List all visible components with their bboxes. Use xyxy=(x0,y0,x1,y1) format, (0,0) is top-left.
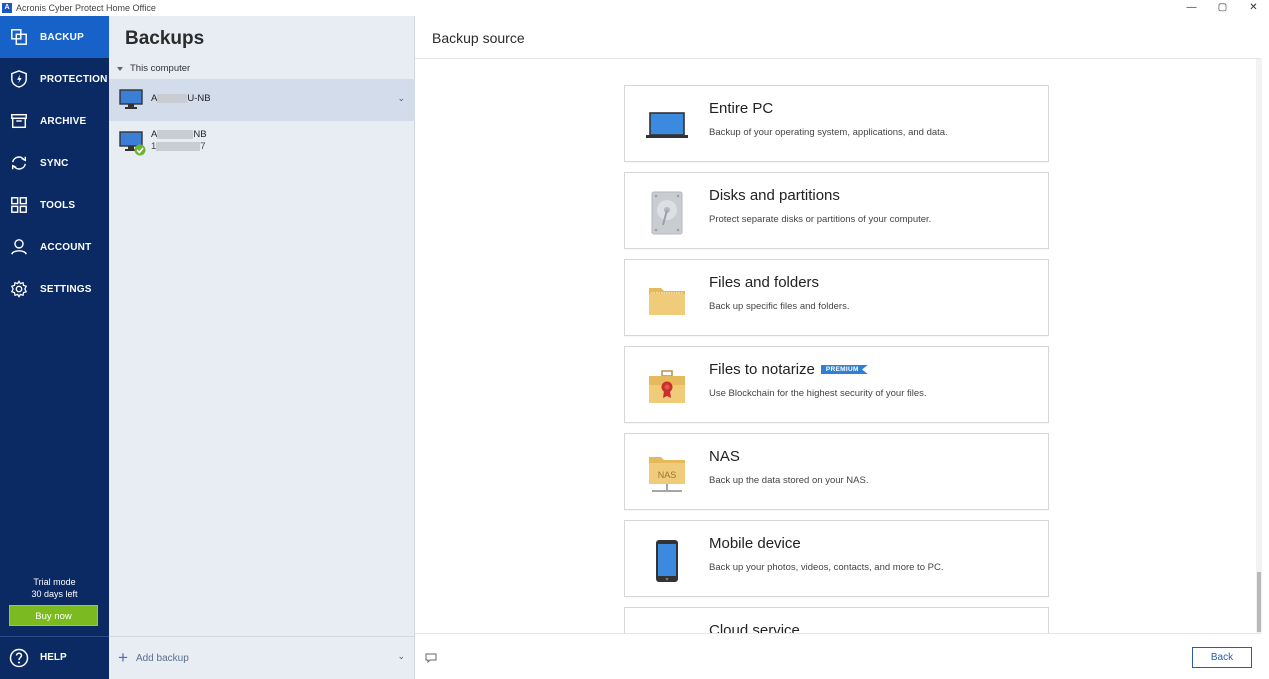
card-description: Protect separate disks or partitions of … xyxy=(709,214,932,225)
nav-label: ARCHIVE xyxy=(40,115,87,127)
sync-icon xyxy=(9,153,29,173)
card-description: Back up the data stored on your NAS. xyxy=(709,475,869,486)
source-title: Backup source xyxy=(432,30,525,46)
shield-icon xyxy=(9,69,29,89)
disk-icon xyxy=(645,191,689,235)
card-title: Files to notarize PREMIUM xyxy=(709,361,868,378)
back-button[interactable]: Back xyxy=(1192,647,1252,668)
backup-icon xyxy=(9,27,29,47)
nav-item-account[interactable]: ACCOUNT xyxy=(0,226,109,268)
nav-item-sync[interactable]: SYNC xyxy=(0,142,109,184)
source-card-notarize[interactable]: Files to notarize PREMIUM Use Blockchain … xyxy=(624,346,1049,423)
chevron-down-icon[interactable]: ⌄ xyxy=(397,93,405,104)
card-title: Cloud service xyxy=(709,622,800,633)
backup-item[interactable]: A NB 17 xyxy=(109,121,415,163)
source-card-files-folders[interactable]: Files and folders Back up specific files… xyxy=(624,259,1049,336)
nav-item-tools[interactable]: TOOLS xyxy=(0,184,109,226)
source-card-cloud[interactable]: Cloud service xyxy=(624,607,1049,633)
title-bar: A Acronis Cyber Protect Home Office — ▢ … xyxy=(0,0,1269,16)
group-label: This computer xyxy=(130,63,191,74)
backup-item-name: A NB xyxy=(151,129,207,140)
nav-label: BACKUP xyxy=(40,31,84,43)
nav-item-archive[interactable]: ARCHIVE xyxy=(0,100,109,142)
chevron-down-icon[interactable]: ⌄ xyxy=(397,651,405,662)
backup-item-name: A U-NB xyxy=(151,93,211,104)
cloud-icon xyxy=(645,626,689,633)
backups-panel: Backups This computer A U-NB ⌄ A NB 17 +… xyxy=(109,16,415,679)
acronis-logo-icon: A xyxy=(2,3,12,13)
window-title: Acronis Cyber Protect Home Office xyxy=(16,3,156,13)
group-this-computer[interactable]: This computer xyxy=(117,63,190,74)
nav-item-backup[interactable]: BACKUP xyxy=(0,16,109,58)
collapse-triangle-icon xyxy=(117,66,123,71)
backup-source-panel: Backup source Entire PC Backup of your o… xyxy=(415,16,1261,679)
source-card-nas[interactable]: NAS NAS Back up the data stored on your … xyxy=(624,433,1049,510)
card-title: Entire PC xyxy=(709,100,774,117)
computer-icon xyxy=(119,89,143,109)
help-icon xyxy=(9,648,29,668)
laptop-icon xyxy=(645,104,689,148)
tools-grid-icon xyxy=(9,195,29,215)
scrollbar-track[interactable] xyxy=(1256,59,1262,633)
card-title: Mobile device xyxy=(709,535,801,552)
card-description: Back up your photos, videos, contacts, a… xyxy=(709,562,944,573)
nav-label: HELP xyxy=(40,652,67,663)
minimize-icon[interactable]: — xyxy=(1176,0,1207,16)
nas-icon: NAS xyxy=(645,452,689,496)
buy-now-button[interactable]: Buy now xyxy=(9,605,98,626)
card-description: Backup of your operating system, applica… xyxy=(709,127,948,138)
card-description: Use Blockchain for the highest security … xyxy=(709,388,927,399)
archive-icon xyxy=(9,111,29,131)
card-description: Back up specific files and folders. xyxy=(709,301,850,312)
source-card-disks[interactable]: Disks and partitions Protect separate di… xyxy=(624,172,1049,249)
nav-label: TOOLS xyxy=(40,199,76,211)
source-header: Backup source xyxy=(415,16,1261,59)
nav-label: ACCOUNT xyxy=(40,241,92,253)
feedback-comment-icon[interactable] xyxy=(425,653,437,663)
plus-icon: + xyxy=(118,648,128,667)
notarize-icon xyxy=(645,365,689,409)
card-title: Files and folders xyxy=(709,274,820,291)
close-icon[interactable]: ✕ xyxy=(1238,0,1269,16)
nav-item-help[interactable]: HELP xyxy=(0,636,109,678)
add-backup-label: Add backup xyxy=(135,652,189,664)
backups-title: Backups xyxy=(125,28,205,49)
svg-text:NAS: NAS xyxy=(658,470,677,480)
computer-icon xyxy=(119,131,146,156)
trial-status: Trial mode 30 days left xyxy=(0,576,109,600)
gear-icon xyxy=(9,279,29,299)
trial-days-text: 30 days left xyxy=(31,589,78,599)
source-list: Entire PC Backup of your operating syste… xyxy=(415,59,1261,633)
account-icon xyxy=(9,237,29,257)
source-card-mobile[interactable]: Mobile device Back up your photos, video… xyxy=(624,520,1049,597)
mobile-icon xyxy=(645,539,689,583)
nav-label: PROTECTION xyxy=(40,73,108,85)
source-footer: Back xyxy=(415,633,1261,679)
nav-item-settings[interactable]: SETTINGS xyxy=(0,268,109,310)
folder-icon xyxy=(645,278,689,322)
backup-item[interactable]: A U-NB ⌄ xyxy=(109,79,415,121)
nav-item-protection[interactable]: PROTECTION xyxy=(0,58,109,100)
card-title: Disks and partitions xyxy=(709,187,840,204)
nav-label: SETTINGS xyxy=(40,283,92,295)
window-controls: — ▢ ✕ xyxy=(1176,0,1269,16)
source-card-entire-pc[interactable]: Entire PC Backup of your operating syste… xyxy=(624,85,1049,162)
nav-label: SYNC xyxy=(40,157,69,169)
scrollbar-thumb[interactable] xyxy=(1257,572,1261,632)
add-backup-button[interactable]: + Add backup ⌄ xyxy=(109,636,415,679)
maximize-icon[interactable]: ▢ xyxy=(1207,0,1238,16)
trial-mode-text: Trial mode xyxy=(33,577,76,587)
card-title: NAS xyxy=(709,448,740,465)
premium-badge: PREMIUM xyxy=(820,365,868,374)
main-nav: BACKUP PROTECTION ARCHIVE SYNC TOOLS ACC… xyxy=(0,16,109,679)
backup-item-subtitle: 17 xyxy=(151,141,206,152)
